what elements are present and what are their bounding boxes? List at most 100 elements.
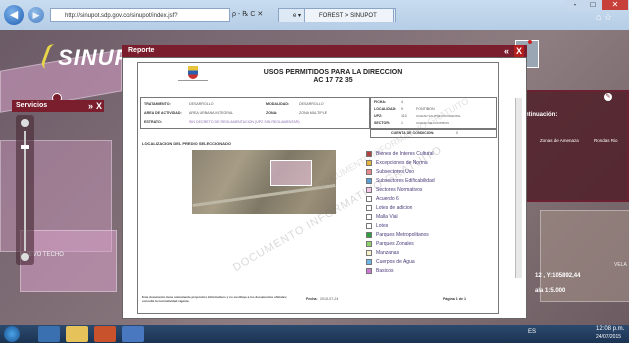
- maximize-button[interactable]: □: [584, 0, 602, 10]
- legend-label: Subsectores Uso: [376, 168, 415, 175]
- address-tools[interactable]: ρ ‑ ℞ C ✕: [232, 8, 272, 22]
- ie-icon[interactable]: [38, 326, 60, 342]
- legend-swatch: [366, 186, 372, 193]
- legend-item: Cuerpos de Agua: [366, 257, 415, 266]
- fecha-value: 2015-07-24: [320, 297, 339, 301]
- window-close-button[interactable]: ✕: [602, 0, 628, 10]
- forward-button[interactable]: ▶: [28, 7, 44, 23]
- close-dot-icon[interactable]: [528, 40, 532, 44]
- legend-label: Cuerpos de Agua: [376, 258, 415, 265]
- legend-swatch: [366, 177, 372, 184]
- report-scrollbar[interactable]: [515, 98, 522, 278]
- legend-swatch: [366, 258, 372, 265]
- bogota-crest-icon: [188, 66, 198, 79]
- localizacion-label: LOCALIZACION DEL PREDIO SELECCIONADO: [142, 141, 232, 146]
- legend-label: Manzanas: [376, 249, 400, 256]
- legend-label: Subsectores Edificabilidad: [376, 177, 435, 184]
- ficha-label: FICHA:: [374, 100, 387, 104]
- info-table-left: TRATAMIENTO: DESARROLLO MODALIDAD: DESAR…: [140, 97, 370, 129]
- word-icon[interactable]: [122, 326, 144, 342]
- legend-swatch: [366, 159, 372, 166]
- clock-date: 24/07/2015: [596, 334, 622, 340]
- zona-label: ZONA:: [266, 111, 278, 115]
- minimize-button[interactable]: ‑: [566, 0, 584, 10]
- zoom-slider[interactable]: [16, 115, 34, 265]
- clock-time: 12:08 p.m.: [596, 326, 625, 332]
- legend-item: Bienes de Interes Cultural: [366, 149, 434, 158]
- coordinates-readout: 12 , Y:105892,44: [535, 273, 581, 279]
- cuenta-value: 0: [456, 131, 458, 135]
- legend-swatch: [366, 150, 372, 157]
- legend-item: Acuerdo 6: [366, 194, 399, 203]
- legend-swatch: [366, 240, 372, 247]
- report-title: Reporte: [128, 47, 155, 54]
- scale-readout: ala 1:5.000: [535, 288, 566, 294]
- legend-item: Subsectores Edificabilidad: [366, 176, 435, 185]
- location-map-image: [192, 150, 336, 214]
- legend-item: Parques Metropolitanos: [366, 230, 429, 239]
- tratamiento-value: DESARROLLO: [189, 102, 214, 106]
- cuenta-condicion-row: CUENTA DE CONDICION: 0: [370, 129, 497, 138]
- edit-icon[interactable]: ✎: [604, 93, 612, 101]
- legend-item: Excepciones de Norma: [366, 158, 428, 167]
- localidad-name: FONTIBON: [416, 107, 435, 111]
- legend-swatch: [366, 195, 372, 202]
- legend-item: Manzanas: [366, 248, 399, 257]
- legend-label: Acuerdo 6: [376, 195, 399, 202]
- legend-swatch: [366, 168, 372, 175]
- legend-item: Lotes: [366, 221, 388, 230]
- language-indicator[interactable]: ES: [528, 329, 536, 335]
- selected-parcel: [270, 160, 312, 186]
- zoom-handle[interactable]: [21, 145, 29, 149]
- tratamiento-label: TRATAMIENTO:: [144, 102, 171, 106]
- doc-address: AC 17 72 35: [313, 77, 353, 84]
- area-actividad-label: AREA DE ACTIVIDAD:: [144, 111, 182, 115]
- localidad-label: LOCALIDAD:: [374, 107, 397, 111]
- legend-label: Parques Zonales: [376, 240, 414, 247]
- back-button[interactable]: ◀: [4, 5, 24, 25]
- localidad-value: 9: [401, 107, 403, 111]
- servicios-collapse-button[interactable]: »: [88, 100, 93, 112]
- legend-label: Lotes: [376, 222, 389, 229]
- start-button-icon[interactable]: [4, 326, 20, 342]
- zoom-in-icon[interactable]: [21, 119, 29, 127]
- tab-sinupot[interactable]: FOREST > SINUPOT: [304, 8, 394, 22]
- windows-taskbar: ES 12:08 p.m. 24/07/2015: [0, 325, 629, 343]
- report-close-button[interactable]: X: [514, 45, 525, 57]
- legend-item: Subsectores Uso: [366, 167, 414, 176]
- address-bar[interactable]: http://sinupot.sdp.gov.co/sinupot/index.…: [50, 8, 230, 22]
- tab-sinupot-label: FOREST > SINUPOT: [319, 13, 377, 19]
- column-zonas-amenaza: Zonas de Amenaza: [540, 138, 579, 143]
- zona-value: ZONA MULTIPLE: [299, 111, 328, 115]
- servicios-close-button[interactable]: X: [96, 100, 102, 112]
- legend-label: Excepciones de Norma: [376, 159, 428, 166]
- estrato-value: SIN DECRETO DE REGLAMENTACION (UPZ SIN R…: [189, 120, 300, 124]
- legend-label: Bienes de Interes Cultural: [376, 150, 434, 157]
- legend-label: Sectores Normativos: [376, 186, 423, 193]
- address-text: http://sinupot.sdp.gov.co/sinupot/index.…: [65, 13, 178, 19]
- zoom-track: [24, 131, 26, 251]
- legend-item: Basicos: [366, 266, 394, 275]
- folder-icon[interactable]: [66, 326, 88, 342]
- legend-label: Basicos: [376, 267, 394, 274]
- legend-swatch: [366, 267, 372, 274]
- estrato-label: ESTRATO:: [144, 120, 163, 124]
- report-document: USOS PERMITIDOS PARA LA DIRECCION AC 17 …: [137, 62, 499, 314]
- legend-label: Malla Vial: [376, 213, 398, 220]
- report-dialog-header[interactable]: Reporte « X: [122, 45, 527, 57]
- servicios-panel-header: Servicios » X: [12, 100, 104, 112]
- zoom-out-icon[interactable]: [21, 253, 29, 261]
- media-icon[interactable]: [94, 326, 116, 342]
- upz-label: UPZ:: [374, 114, 383, 118]
- road-line: [192, 183, 336, 208]
- tab-blank-label: e ▾: [293, 13, 302, 19]
- servicios-title: Servicios: [16, 102, 48, 109]
- modalidad-value: DESARROLLO: [299, 102, 324, 106]
- area-actividad-value: AREA URBANA INTEGRAL: [189, 111, 234, 115]
- legend-item: Sectores Normativos: [366, 185, 422, 194]
- crest-caption-lines: [178, 80, 208, 91]
- report-collapse-button[interactable]: «: [504, 45, 509, 57]
- home-icon[interactable]: ⌂ ☆: [596, 12, 612, 23]
- sector-value: 1: [401, 121, 403, 125]
- legend-label: Parques Metropolitanos: [376, 231, 429, 238]
